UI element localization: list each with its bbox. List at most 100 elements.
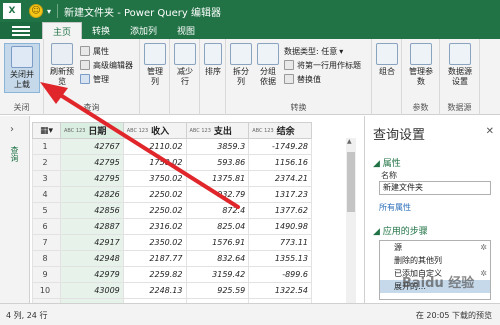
- query-name-input[interactable]: 新建文件夹: [379, 181, 491, 195]
- data-grid[interactable]: ▦▾ ABC 123 日期 ABC 123 收入 ABC 123 支出 ABC 123…: [32, 122, 344, 303]
- tab-transform[interactable]: 转换: [82, 22, 120, 39]
- table-cell[interactable]: 932.79: [185, 186, 250, 203]
- table-cell[interactable]: 2316.02: [122, 218, 187, 235]
- close-and-load-button[interactable]: 关闭并上载: [4, 43, 40, 93]
- row-number[interactable]: 7: [32, 234, 61, 251]
- table-cell[interactable]: 1375.81: [185, 170, 250, 187]
- split-column-button[interactable]: 拆分列: [229, 43, 253, 87]
- table-cell[interactable]: 2250.02: [122, 186, 187, 203]
- table-menu-button[interactable]: ▦▾: [32, 122, 61, 139]
- table-row[interactable]: 7 42917 2350.02 1576.91 773.11: [32, 234, 312, 251]
- table-cell[interactable]: -899.6: [248, 266, 312, 283]
- table-cell[interactable]: 2259.82: [122, 266, 187, 283]
- table-cell[interactable]: 1355.13: [248, 250, 312, 267]
- table-row[interactable]: 4 42826 2250.02 932.79 1317.23: [32, 186, 312, 203]
- table-row[interactable]: 5 42856 2250.02 872.4 1377.62: [32, 202, 312, 219]
- table-cell[interactable]: 925.59: [185, 282, 250, 299]
- table-cell[interactable]: 832.64: [185, 250, 250, 267]
- table-row[interactable]: 6 42887 2316.02 825.04 1490.98: [32, 218, 312, 235]
- table-cell[interactable]: -1749.28: [248, 138, 312, 155]
- table-cell[interactable]: 2250.02: [122, 202, 187, 219]
- replace-values-button[interactable]: 替换值: [284, 73, 321, 85]
- queries-pane-collapsed[interactable]: › 查询: [0, 116, 30, 303]
- table-cell[interactable]: 42856: [60, 202, 124, 219]
- column-header-date[interactable]: ABC 123 日期: [60, 122, 124, 139]
- applied-step[interactable]: 删除的其他列: [380, 254, 490, 267]
- table-cell[interactable]: 42917: [60, 234, 124, 251]
- group-by-button[interactable]: 分组依据: [256, 43, 280, 87]
- manage-button[interactable]: 管理: [80, 73, 109, 85]
- table-cell[interactable]: 1750.02: [122, 154, 187, 171]
- tab-view[interactable]: 视图: [167, 22, 205, 39]
- column-header-balance[interactable]: ABC 123 结余: [248, 122, 312, 139]
- table-cell[interactable]: 2350.02: [122, 234, 187, 251]
- first-row-header-button[interactable]: 将第一行用作标题: [284, 59, 361, 71]
- table-row[interactable]: 1 42767 2110.02 3859.3 -1749.28: [32, 138, 312, 155]
- table-row[interactable]: 8 42948 2187.77 832.64 1355.13: [32, 250, 312, 267]
- row-number[interactable]: 6: [32, 218, 61, 235]
- table-cell[interactable]: 1322.54: [248, 282, 312, 299]
- table-cell[interactable]: 2248.13: [122, 282, 187, 299]
- properties-button[interactable]: 属性: [80, 45, 109, 57]
- table-cell[interactable]: 1156.16: [248, 154, 312, 171]
- advanced-editor-button[interactable]: 高级编辑器: [80, 59, 133, 71]
- reduce-rows-button[interactable]: 减少行: [173, 43, 197, 87]
- gear-icon[interactable]: ✲: [480, 267, 487, 280]
- table-cell[interactable]: 42979: [60, 266, 124, 283]
- row-number[interactable]: 5: [32, 202, 61, 219]
- data-type-dropdown[interactable]: 数据类型: 任意 ▾: [284, 45, 343, 57]
- row-number[interactable]: 9: [32, 266, 61, 283]
- table-row[interactable]: 3 42795 3750.02 1375.81 2374.21: [32, 170, 312, 187]
- table-cell[interactable]: 2374.21: [248, 170, 312, 187]
- scrollbar-thumb[interactable]: [347, 152, 355, 212]
- table-cell[interactable]: 42826: [60, 186, 124, 203]
- table-cell[interactable]: 872.4: [185, 202, 250, 219]
- row-number[interactable]: 8: [32, 250, 61, 267]
- table-cell[interactable]: 42948: [60, 250, 124, 267]
- table-cell[interactable]: 3750.02: [122, 170, 187, 187]
- scroll-up-icon[interactable]: ▲: [347, 138, 352, 145]
- table-cell[interactable]: 1317.23: [248, 186, 312, 203]
- datasource-settings-button[interactable]: 数据源设置: [444, 43, 476, 87]
- column-header-expense[interactable]: ABC 123 支出: [185, 122, 250, 139]
- table-cell[interactable]: 42795: [60, 170, 124, 187]
- all-properties-link[interactable]: 所有属性: [379, 202, 411, 213]
- table-cell[interactable]: 2187.77: [122, 250, 187, 267]
- table-cell[interactable]: 1490.98: [248, 218, 312, 235]
- table-cell[interactable]: 1377.62: [248, 202, 312, 219]
- smiley-icon[interactable]: ☺: [29, 4, 43, 18]
- close-icon[interactable]: ✕: [486, 126, 494, 137]
- row-number[interactable]: 1: [32, 138, 61, 155]
- gear-icon[interactable]: ✲: [480, 241, 487, 254]
- applied-steps-header[interactable]: ◢ 应用的步骤: [373, 224, 428, 237]
- table-cell[interactable]: 3159.42: [185, 266, 250, 283]
- table-cell[interactable]: 42767: [60, 138, 124, 155]
- sort-button[interactable]: 排序: [203, 43, 223, 77]
- vertical-scrollbar[interactable]: ▲: [346, 138, 356, 303]
- dropdown-arrow-icon[interactable]: ▾: [47, 7, 51, 16]
- row-number[interactable]: 10: [32, 282, 61, 299]
- expand-chevron-icon[interactable]: ›: [10, 124, 14, 135]
- table-cell[interactable]: 42795: [60, 154, 124, 171]
- table-row[interactable]: 9 42979 2259.82 3159.42 -899.6: [32, 266, 312, 283]
- table-row[interactable]: 10 43009 2248.13 925.59 1322.54: [32, 282, 312, 299]
- table-cell[interactable]: 43009: [60, 282, 124, 299]
- table-cell[interactable]: 42887: [60, 218, 124, 235]
- table-row[interactable]: 2 42795 1750.02 593.86 1156.16: [32, 154, 312, 171]
- row-number[interactable]: 2: [32, 154, 61, 171]
- tab-home[interactable]: 主页: [42, 22, 83, 39]
- column-header-income[interactable]: ABC 123 收入: [122, 122, 187, 139]
- table-cell[interactable]: 593.86: [185, 154, 250, 171]
- manage-columns-button[interactable]: 管理列: [143, 43, 167, 87]
- row-number[interactable]: 4: [32, 186, 61, 203]
- file-menu-button[interactable]: [0, 22, 42, 39]
- table-cell[interactable]: 2110.02: [122, 138, 187, 155]
- refresh-preview-button[interactable]: 刷新预览: [48, 43, 76, 87]
- table-cell[interactable]: 825.04: [185, 218, 250, 235]
- properties-section-header[interactable]: ◢ 属性: [373, 156, 401, 169]
- applied-step[interactable]: 源 ✲: [380, 241, 490, 254]
- tab-add-column[interactable]: 添加列: [120, 22, 167, 39]
- row-number[interactable]: 3: [32, 170, 61, 187]
- manage-parameters-button[interactable]: 管理参数: [405, 43, 437, 87]
- combine-button[interactable]: 组合: [375, 43, 399, 77]
